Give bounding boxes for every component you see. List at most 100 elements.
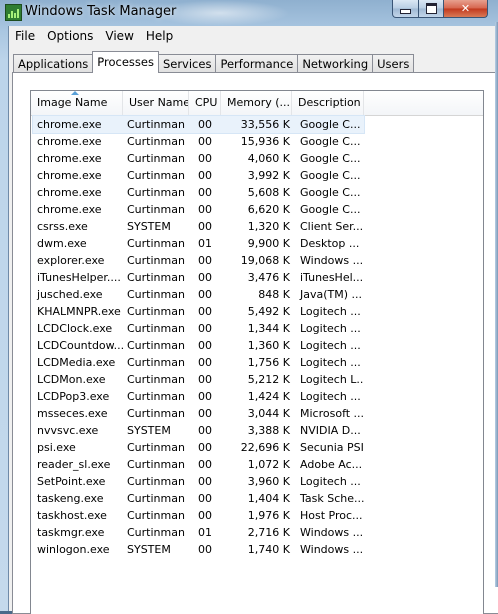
table-row[interactable]: jusched.exe Curtinman 00 848 K Java(TM) ... xyxy=(31,286,483,303)
row-cells: dwm.exe Curtinman 01 9,900 K Desktop ... xyxy=(33,235,364,252)
sort-ascending-icon xyxy=(71,91,79,95)
cell-cpu: 00 xyxy=(198,356,212,369)
cell-memory: 5,492 K xyxy=(247,305,290,318)
column-header-image-name[interactable]: Image Name xyxy=(31,91,123,115)
cell-cpu: 00 xyxy=(198,492,212,505)
table-row[interactable]: chrome.exe Curtinman 00 6,620 K Google C... xyxy=(31,201,483,218)
column-header-cpu[interactable]: CPU xyxy=(189,91,221,115)
cell-image-name: LCDClock.exe xyxy=(37,322,113,335)
tab-processes[interactable]: Processes xyxy=(92,51,159,73)
cell-user-name: Curtinman xyxy=(127,271,185,284)
process-list[interactable]: Image Name User Name CPU Memory (... Descrip… xyxy=(30,90,484,614)
cell-image-name: iTunesHelper.... xyxy=(37,271,121,284)
table-row[interactable]: msseces.exe Curtinman 00 3,044 K Microsoft .… xyxy=(31,405,483,422)
cell-cpu: 00 xyxy=(198,169,212,182)
cell-memory: 15,936 K xyxy=(240,135,290,148)
cell-memory: 1,320 K xyxy=(247,220,290,233)
maximize-icon xyxy=(425,3,437,14)
cell-memory: 1,756 K xyxy=(247,356,290,369)
menu-help[interactable]: Help xyxy=(140,27,179,46)
table-row[interactable]: LCDPop3.exe Curtinman 00 1,424 K Logitech ..… xyxy=(31,388,483,405)
table-row[interactable]: taskhost.exe Curtinman 00 1,976 K Host Proc.… xyxy=(31,507,483,524)
cell-memory: 5,608 K xyxy=(247,186,290,199)
cell-image-name: nvvsvc.exe xyxy=(37,424,99,437)
table-row[interactable]: SetPoint.exe Curtinman 00 3,960 K Logitech .… xyxy=(31,473,483,490)
maximize-button[interactable] xyxy=(419,0,444,18)
table-row[interactable]: csrss.exe SYSTEM 00 1,320 K Client Ser... xyxy=(31,218,483,235)
column-header-memory[interactable]: Memory (... xyxy=(221,91,292,115)
cell-image-name: chrome.exe xyxy=(37,118,102,131)
table-row[interactable]: winlogon.exe SYSTEM 00 1,740 K Windows ... xyxy=(31,541,483,558)
minimize-icon xyxy=(400,9,411,14)
cell-image-name: chrome.exe xyxy=(37,186,102,199)
cell-image-name: taskhost.exe xyxy=(37,509,107,522)
cell-memory: 1,976 K xyxy=(247,509,290,522)
table-row[interactable]: explorer.exe Curtinman 00 19,068 K Windows .… xyxy=(31,252,483,269)
column-header-user-name[interactable]: User Name xyxy=(123,91,189,115)
row-cells: psi.exe Curtinman 00 22,696 K Secunia PSI xyxy=(33,439,364,456)
cell-cpu: 00 xyxy=(198,135,212,148)
cell-image-name: jusched.exe xyxy=(37,288,103,301)
table-row[interactable]: chrome.exe Curtinman 00 15,936 K Google C... xyxy=(31,133,483,150)
table-row[interactable]: nvvsvc.exe SYSTEM 00 3,388 K NVIDIA D... xyxy=(31,422,483,439)
cell-description: Microsoft ... xyxy=(300,407,364,420)
cell-cpu: 00 xyxy=(198,288,212,301)
row-cells: csrss.exe SYSTEM 00 1,320 K Client Ser... xyxy=(33,218,364,235)
table-row[interactable]: chrome.exe Curtinman 00 5,608 K Google C... xyxy=(31,184,483,201)
tab-services[interactable]: Services xyxy=(157,54,217,73)
table-row[interactable]: KHALMNPR.exe Curtinman 00 5,492 K Logitech .… xyxy=(31,303,483,320)
cell-cpu: 00 xyxy=(198,424,212,437)
table-row[interactable]: taskmgr.exe Curtinman 01 2,716 K Windows ... xyxy=(31,524,483,541)
row-cells: taskeng.exe Curtinman 00 1,404 K Task Sche..… xyxy=(33,490,364,507)
minimize-button[interactable] xyxy=(392,0,419,18)
row-cells: iTunesHelper.... Curtinman 00 3,476 K iTunes… xyxy=(33,269,364,286)
cell-user-name: Curtinman xyxy=(127,288,185,301)
cell-description: NVIDIA D... xyxy=(300,424,361,437)
tab-networking[interactable]: Networking xyxy=(297,54,374,73)
cell-user-name: Curtinman xyxy=(127,135,185,148)
menu-options[interactable]: Options xyxy=(41,27,99,46)
cell-memory: 3,044 K xyxy=(247,407,290,420)
tab-performance[interactable]: Performance xyxy=(215,54,299,73)
cell-user-name: Curtinman xyxy=(127,526,185,539)
cell-cpu: 00 xyxy=(198,475,212,488)
cell-description: Host Proc... xyxy=(300,509,363,522)
tab-applications[interactable]: Applications xyxy=(13,54,94,73)
menu-file[interactable]: File xyxy=(9,27,41,46)
cell-cpu: 00 xyxy=(198,203,212,216)
column-label: Image Name xyxy=(37,96,108,109)
column-header-description[interactable]: Description xyxy=(292,91,364,115)
cell-user-name: Curtinman xyxy=(127,492,185,505)
table-row[interactable]: LCDMedia.exe Curtinman 00 1,756 K Logitech .… xyxy=(31,354,483,371)
close-button[interactable]: ✕ xyxy=(444,0,488,18)
table-row[interactable]: reader_sl.exe Curtinman 00 1,072 K Adobe Ac.… xyxy=(31,456,483,473)
cell-description: Google C... xyxy=(300,135,361,148)
menu-view[interactable]: View xyxy=(99,27,139,46)
table-row[interactable]: LCDClock.exe Curtinman 00 1,344 K Logitech .… xyxy=(31,320,483,337)
cell-image-name: winlogon.exe xyxy=(37,543,110,556)
tab-users[interactable]: Users xyxy=(372,54,415,73)
table-row[interactable]: LCDMon.exe Curtinman 00 5,212 K Logitech L..… xyxy=(31,371,483,388)
row-cells: chrome.exe Curtinman 00 15,936 K Google C... xyxy=(33,133,364,150)
cell-user-name: Curtinman xyxy=(127,254,185,267)
table-row[interactable]: taskeng.exe Curtinman 00 1,404 K Task Sche..… xyxy=(31,490,483,507)
cell-user-name: Curtinman xyxy=(127,441,185,454)
table-row[interactable]: dwm.exe Curtinman 01 9,900 K Desktop ... xyxy=(31,235,483,252)
table-row[interactable]: iTunesHelper.... Curtinman 00 3,476 K iTunes… xyxy=(31,269,483,286)
table-row[interactable]: LCDCountdow... Curtinman 00 1,360 K Logitech… xyxy=(31,337,483,354)
table-row[interactable]: chrome.exe Curtinman 00 3,992 K Google C... xyxy=(31,167,483,184)
cell-description: Logitech L... xyxy=(300,373,364,386)
cell-description: Secunia PSI xyxy=(300,441,364,454)
cell-memory: 3,992 K xyxy=(247,169,290,182)
table-row[interactable]: chrome.exe Curtinman 00 33,556 K Google C... xyxy=(31,115,483,134)
cell-cpu: 00 xyxy=(198,373,212,386)
row-cells: taskhost.exe Curtinman 00 1,976 K Host Proc.… xyxy=(33,507,364,524)
cell-memory: 2,716 K xyxy=(247,526,290,539)
window-frame: Windows Task Manager ✕ File Options View He… xyxy=(0,0,498,614)
row-cells: explorer.exe Curtinman 00 19,068 K Windows .… xyxy=(33,252,364,269)
cell-user-name: Curtinman xyxy=(127,475,185,488)
table-row[interactable]: chrome.exe Curtinman 00 4,060 K Google C... xyxy=(31,150,483,167)
table-row[interactable]: psi.exe Curtinman 00 22,696 K Secunia PSI xyxy=(31,439,483,456)
cell-image-name: LCDCountdow... xyxy=(37,339,123,352)
cell-image-name: SetPoint.exe xyxy=(37,475,106,488)
